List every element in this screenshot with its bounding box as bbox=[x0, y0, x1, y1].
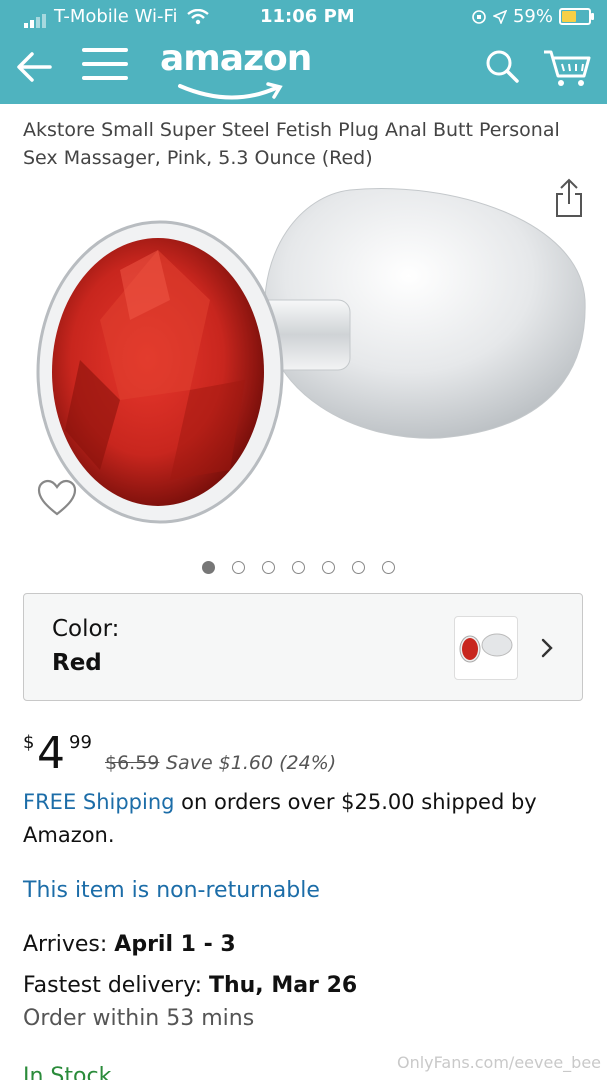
color-value: Red bbox=[52, 650, 102, 676]
carrier-info: T-Mobile Wi-Fi bbox=[24, 6, 210, 28]
carousel-dot[interactable] bbox=[232, 561, 245, 574]
color-label: Color: bbox=[52, 616, 120, 642]
wifi-icon bbox=[187, 8, 210, 25]
battery-icon bbox=[559, 8, 594, 25]
carousel-dot[interactable] bbox=[202, 561, 215, 574]
stock-status: In Stock. bbox=[23, 1064, 119, 1080]
arrives-date: April 1 - 3 bbox=[114, 932, 236, 957]
product-title: Akstore Small Super Steel Fetish Plug An… bbox=[23, 119, 560, 169]
non-returnable-link[interactable]: This item is non-returnable bbox=[23, 878, 320, 903]
amazon-smile-icon bbox=[178, 82, 283, 100]
carousel-dot[interactable] bbox=[322, 561, 335, 574]
amazon-logo[interactable]: amazon bbox=[160, 38, 312, 79]
battery-percent: 59% bbox=[512, 6, 553, 27]
price-cents: 99 bbox=[69, 732, 92, 753]
carousel-dot[interactable] bbox=[292, 561, 305, 574]
product-image[interactable] bbox=[20, 180, 590, 540]
status-bar: T-Mobile Wi-Fi 11:06 PM 59% bbox=[0, 0, 607, 34]
signal-icon bbox=[24, 7, 48, 28]
fastest-label: Fastest delivery: bbox=[23, 973, 209, 998]
price-currency: $ bbox=[23, 732, 35, 753]
orientation-lock-icon bbox=[472, 9, 486, 24]
color-swatch-thumbnail[interactable] bbox=[454, 616, 518, 680]
free-shipping-link[interactable]: FREE Shipping bbox=[23, 790, 175, 814]
search-icon[interactable] bbox=[484, 48, 520, 84]
menu-icon[interactable] bbox=[82, 48, 128, 88]
status-right: 59% bbox=[471, 6, 594, 27]
order-within: Order within 53 mins bbox=[23, 1006, 255, 1031]
location-icon bbox=[492, 9, 507, 24]
color-selector[interactable]: Color: Red bbox=[23, 593, 583, 701]
cart-icon[interactable] bbox=[542, 46, 592, 88]
list-price: $6.59 bbox=[105, 752, 160, 774]
status-time: 11:06 PM bbox=[260, 6, 355, 27]
carousel-dot[interactable] bbox=[352, 561, 365, 574]
back-arrow-icon[interactable] bbox=[14, 46, 56, 88]
fastest-delivery: Fastest delivery: Thu, Mar 26 bbox=[23, 973, 357, 998]
arrival-info: Arrives: April 1 - 3 bbox=[23, 932, 236, 957]
arrives-label: Arrives: bbox=[23, 932, 115, 957]
savings-text: Save $1.60 (24%) bbox=[166, 752, 337, 774]
nav-bar: amazon bbox=[0, 34, 607, 104]
watermark: OnlyFans.com/eevee_bee bbox=[397, 1053, 601, 1072]
fastest-date: Thu, Mar 26 bbox=[208, 973, 358, 998]
carousel-dot[interactable] bbox=[382, 561, 395, 574]
carrier-label: T-Mobile Wi-Fi bbox=[54, 6, 178, 27]
chevron-right-icon[interactable] bbox=[537, 636, 557, 660]
app-header: T-Mobile Wi-Fi 11:06 PM 59% amazon bbox=[0, 0, 607, 104]
wishlist-heart-icon[interactable] bbox=[36, 478, 78, 518]
image-carousel-dots bbox=[202, 561, 395, 574]
price-whole: 4 bbox=[37, 728, 65, 779]
shipping-info: FREE Shipping on orders over $25.00 ship… bbox=[23, 786, 583, 852]
carousel-dot[interactable] bbox=[262, 561, 275, 574]
